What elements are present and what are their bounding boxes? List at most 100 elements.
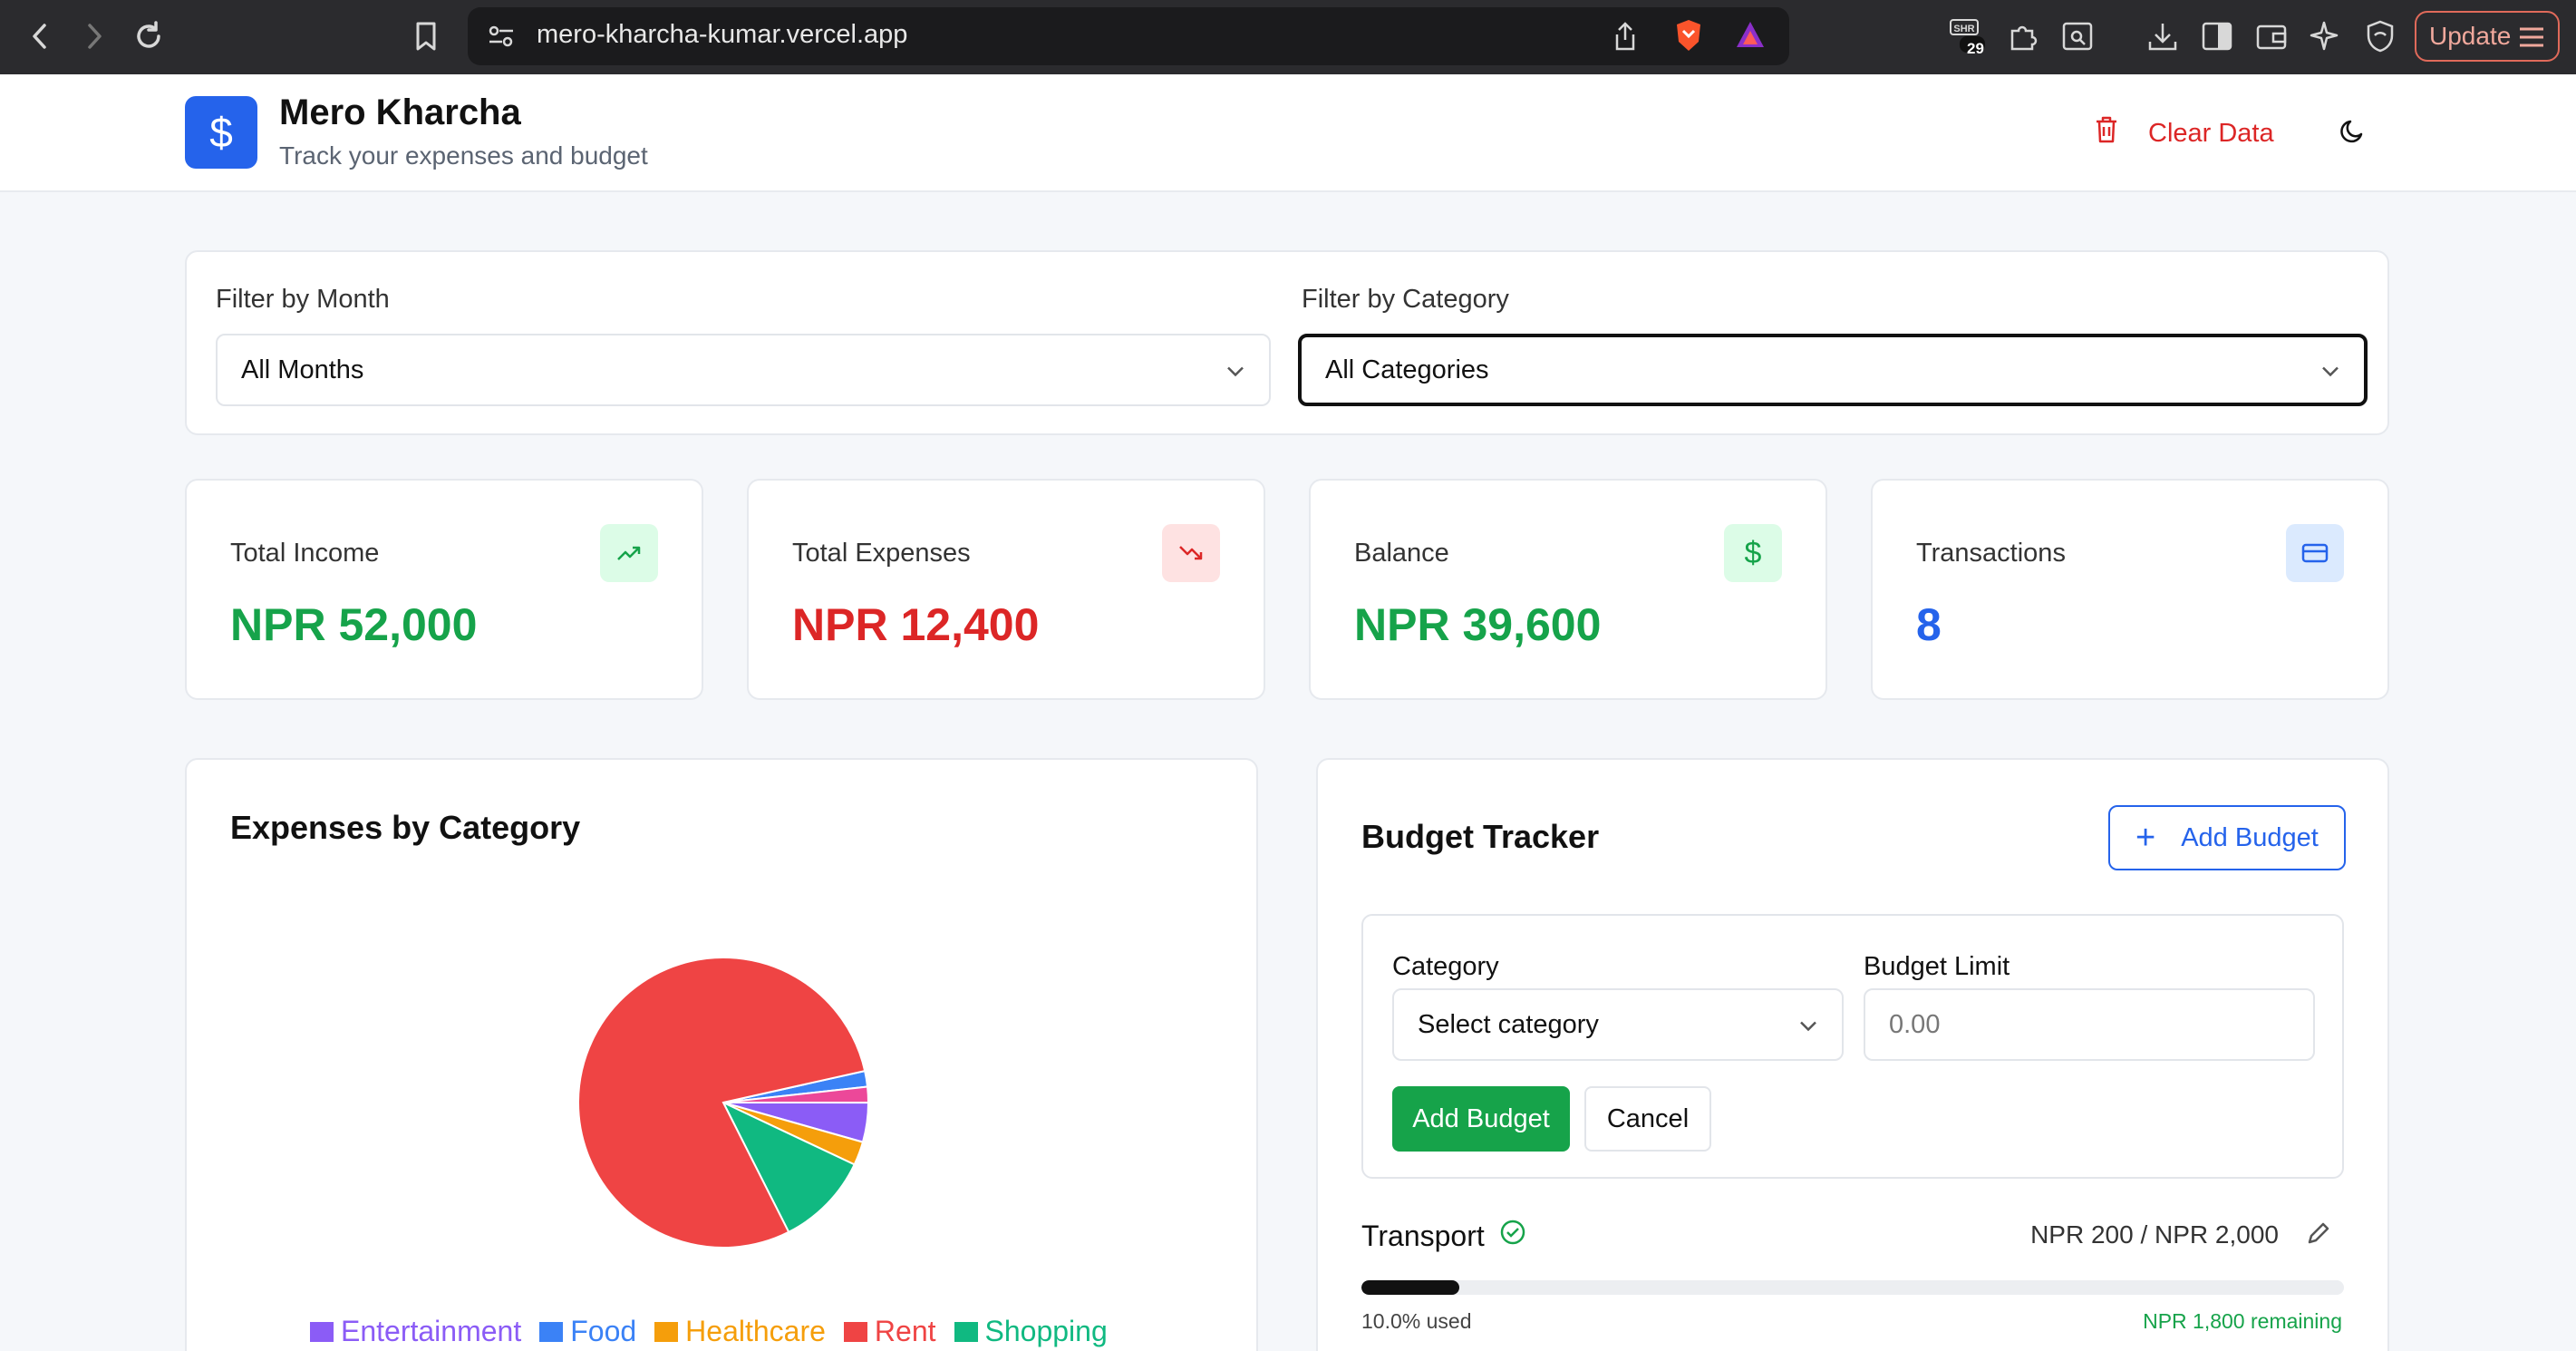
stat-label: Total Expenses bbox=[792, 539, 971, 568]
legend-label: Entertainment bbox=[341, 1315, 522, 1347]
wallet-icon[interactable] bbox=[2252, 16, 2291, 56]
brave-shield-icon[interactable] bbox=[1673, 18, 1704, 57]
budget-progress-fill bbox=[1361, 1280, 1460, 1295]
stat-value: 8 bbox=[1916, 599, 1942, 650]
stat-value: NPR 52,000 bbox=[230, 599, 478, 650]
legend-label: Shopping bbox=[984, 1315, 1108, 1347]
legend-swatch bbox=[843, 1321, 867, 1342]
menu-icon bbox=[2518, 25, 2545, 55]
legend-swatch bbox=[654, 1321, 679, 1342]
extension-badge-count: 29 bbox=[1967, 40, 1984, 57]
stat-label: Transactions bbox=[1916, 539, 2066, 568]
site-settings-icon[interactable] bbox=[488, 24, 515, 53]
legend-label: Rent bbox=[874, 1315, 936, 1347]
app-subtitle: Track your expenses and budget bbox=[279, 141, 648, 170]
legend-label: Healthcare bbox=[685, 1315, 826, 1347]
budget-limit-label: Budget Limit bbox=[1864, 952, 2010, 981]
budget-category-placeholder: Select category bbox=[1418, 1009, 1599, 1039]
submit-budget-button[interactable]: Add Budget bbox=[1392, 1086, 1570, 1152]
clear-data-label: Clear Data bbox=[2148, 118, 2274, 148]
stat-value: NPR 39,600 bbox=[1354, 599, 1602, 650]
extension-badge-icon[interactable]: SHR 29 bbox=[1947, 16, 1987, 57]
budget-title: Budget Tracker bbox=[1361, 818, 1600, 855]
budget-category-select[interactable]: Select category bbox=[1392, 988, 1844, 1061]
update-label: Update bbox=[2429, 22, 2512, 50]
reader-mode-icon[interactable] bbox=[2058, 16, 2097, 56]
url-text: mero-kharcha-kumar.vercel.app bbox=[537, 20, 908, 49]
budget-progress-bar bbox=[1361, 1280, 2344, 1295]
vpn-shield-icon[interactable] bbox=[2360, 16, 2400, 56]
category-filter-value: All Categories bbox=[1325, 355, 1489, 384]
edit-budget-button[interactable] bbox=[2300, 1217, 2337, 1253]
add-budget-label: Add Budget bbox=[2181, 822, 2319, 852]
stat-label: Total Income bbox=[230, 539, 380, 568]
budget-tracker-card: Budget Tracker + Add Budget Category Bud… bbox=[1316, 758, 2389, 1351]
share-icon[interactable] bbox=[1612, 20, 1639, 57]
budget-item-name: Transport bbox=[1361, 1219, 1526, 1253]
sidebar-icon[interactable] bbox=[2197, 16, 2237, 56]
legend-item-entertainment[interactable]: Entertainment bbox=[310, 1315, 521, 1348]
app-title: Mero Kharcha bbox=[279, 92, 521, 132]
category-filter-label: Filter by Category bbox=[1302, 285, 1509, 314]
stat-card-expenses: Total Expenses NPR 12,400 bbox=[747, 479, 1265, 700]
chevron-down-icon bbox=[1798, 1010, 1818, 1040]
chevron-down-icon bbox=[2320, 355, 2340, 385]
theme-toggle-button[interactable] bbox=[2333, 114, 2371, 152]
plus-icon: + bbox=[2135, 819, 2156, 857]
month-filter-value: All Months bbox=[241, 355, 364, 384]
rewards-icon[interactable] bbox=[1735, 20, 1766, 53]
budget-item-label: Transport bbox=[1361, 1219, 1485, 1252]
trending-up-icon bbox=[600, 524, 658, 582]
clear-data-button[interactable]: Clear Data bbox=[2094, 111, 2274, 156]
leo-ai-icon[interactable] bbox=[2306, 16, 2346, 56]
legend-item-shopping[interactable]: Shopping bbox=[954, 1315, 1108, 1348]
moon-icon bbox=[2339, 118, 2366, 150]
dollar-icon: $ bbox=[1724, 524, 1782, 582]
legend-swatch bbox=[310, 1321, 334, 1342]
browser-toolbar: mero-kharcha-kumar.vercel.app SHR 29 Upd… bbox=[0, 0, 2576, 74]
category-label: Category bbox=[1392, 952, 1499, 981]
budget-limit-input[interactable] bbox=[1864, 988, 2315, 1061]
chevron-down-icon bbox=[1225, 355, 1245, 385]
cancel-button[interactable]: Cancel bbox=[1584, 1086, 1711, 1152]
budget-used-text: 10.0% used bbox=[1361, 1309, 1472, 1333]
credit-card-icon bbox=[2286, 524, 2344, 582]
trending-down-icon bbox=[1162, 524, 1220, 582]
reload-icon[interactable] bbox=[129, 16, 169, 56]
check-circle-icon bbox=[1499, 1219, 1526, 1253]
legend-item-healthcare[interactable]: Healthcare bbox=[654, 1315, 826, 1348]
legend-label: Food bbox=[570, 1315, 637, 1347]
back-icon[interactable] bbox=[20, 16, 60, 56]
expenses-chart-card: Expenses by Category Entertainment Food He… bbox=[185, 758, 1258, 1351]
dollar-logo-icon: $ bbox=[209, 109, 233, 156]
stat-card-income: Total Income NPR 52,000 bbox=[185, 479, 703, 700]
filter-panel: Filter by Month All Months Filter by Cat… bbox=[185, 250, 2389, 435]
stat-label: Balance bbox=[1354, 539, 1449, 568]
app-logo: $ bbox=[185, 96, 257, 169]
trash-icon bbox=[2094, 115, 2119, 151]
app-header: $ Mero Kharcha Track your expenses and b… bbox=[0, 74, 2576, 192]
legend-item-food[interactable]: Food bbox=[539, 1315, 636, 1348]
category-filter-select[interactable]: All Categories bbox=[1298, 334, 2368, 406]
forward-icon[interactable] bbox=[74, 16, 114, 56]
address-bar[interactable]: mero-kharcha-kumar.vercel.app bbox=[468, 7, 1789, 65]
legend-swatch bbox=[539, 1321, 564, 1342]
stat-card-transactions: Transactions 8 bbox=[1871, 479, 2389, 700]
legend-item-rent[interactable]: Rent bbox=[843, 1315, 936, 1348]
stat-value: NPR 12,400 bbox=[792, 599, 1040, 650]
budget-remaining-text: NPR 1,800 remaining bbox=[2143, 1309, 2342, 1333]
legend-swatch bbox=[954, 1321, 978, 1342]
chart-legend: Entertainment Food Healthcare Rent Shopping bbox=[310, 1315, 1108, 1348]
update-button[interactable]: Update bbox=[2415, 11, 2560, 62]
pencil-icon bbox=[2305, 1220, 2332, 1251]
pie-chart bbox=[577, 957, 870, 1249]
bookmark-icon[interactable] bbox=[406, 16, 446, 56]
budget-item-amount: NPR 200 / NPR 2,000 bbox=[2030, 1220, 2279, 1249]
budget-form: Category Budget Limit Select category Ad… bbox=[1361, 914, 2344, 1179]
month-filter-select[interactable]: All Months bbox=[216, 334, 1271, 406]
svg-text:SHR: SHR bbox=[1953, 24, 1974, 34]
download-icon[interactable] bbox=[2143, 16, 2183, 56]
stat-card-balance: Balance NPR 39,600 $ bbox=[1309, 479, 1827, 700]
add-budget-button[interactable]: + Add Budget bbox=[2108, 805, 2346, 870]
extensions-puzzle-icon[interactable] bbox=[2003, 16, 2043, 56]
